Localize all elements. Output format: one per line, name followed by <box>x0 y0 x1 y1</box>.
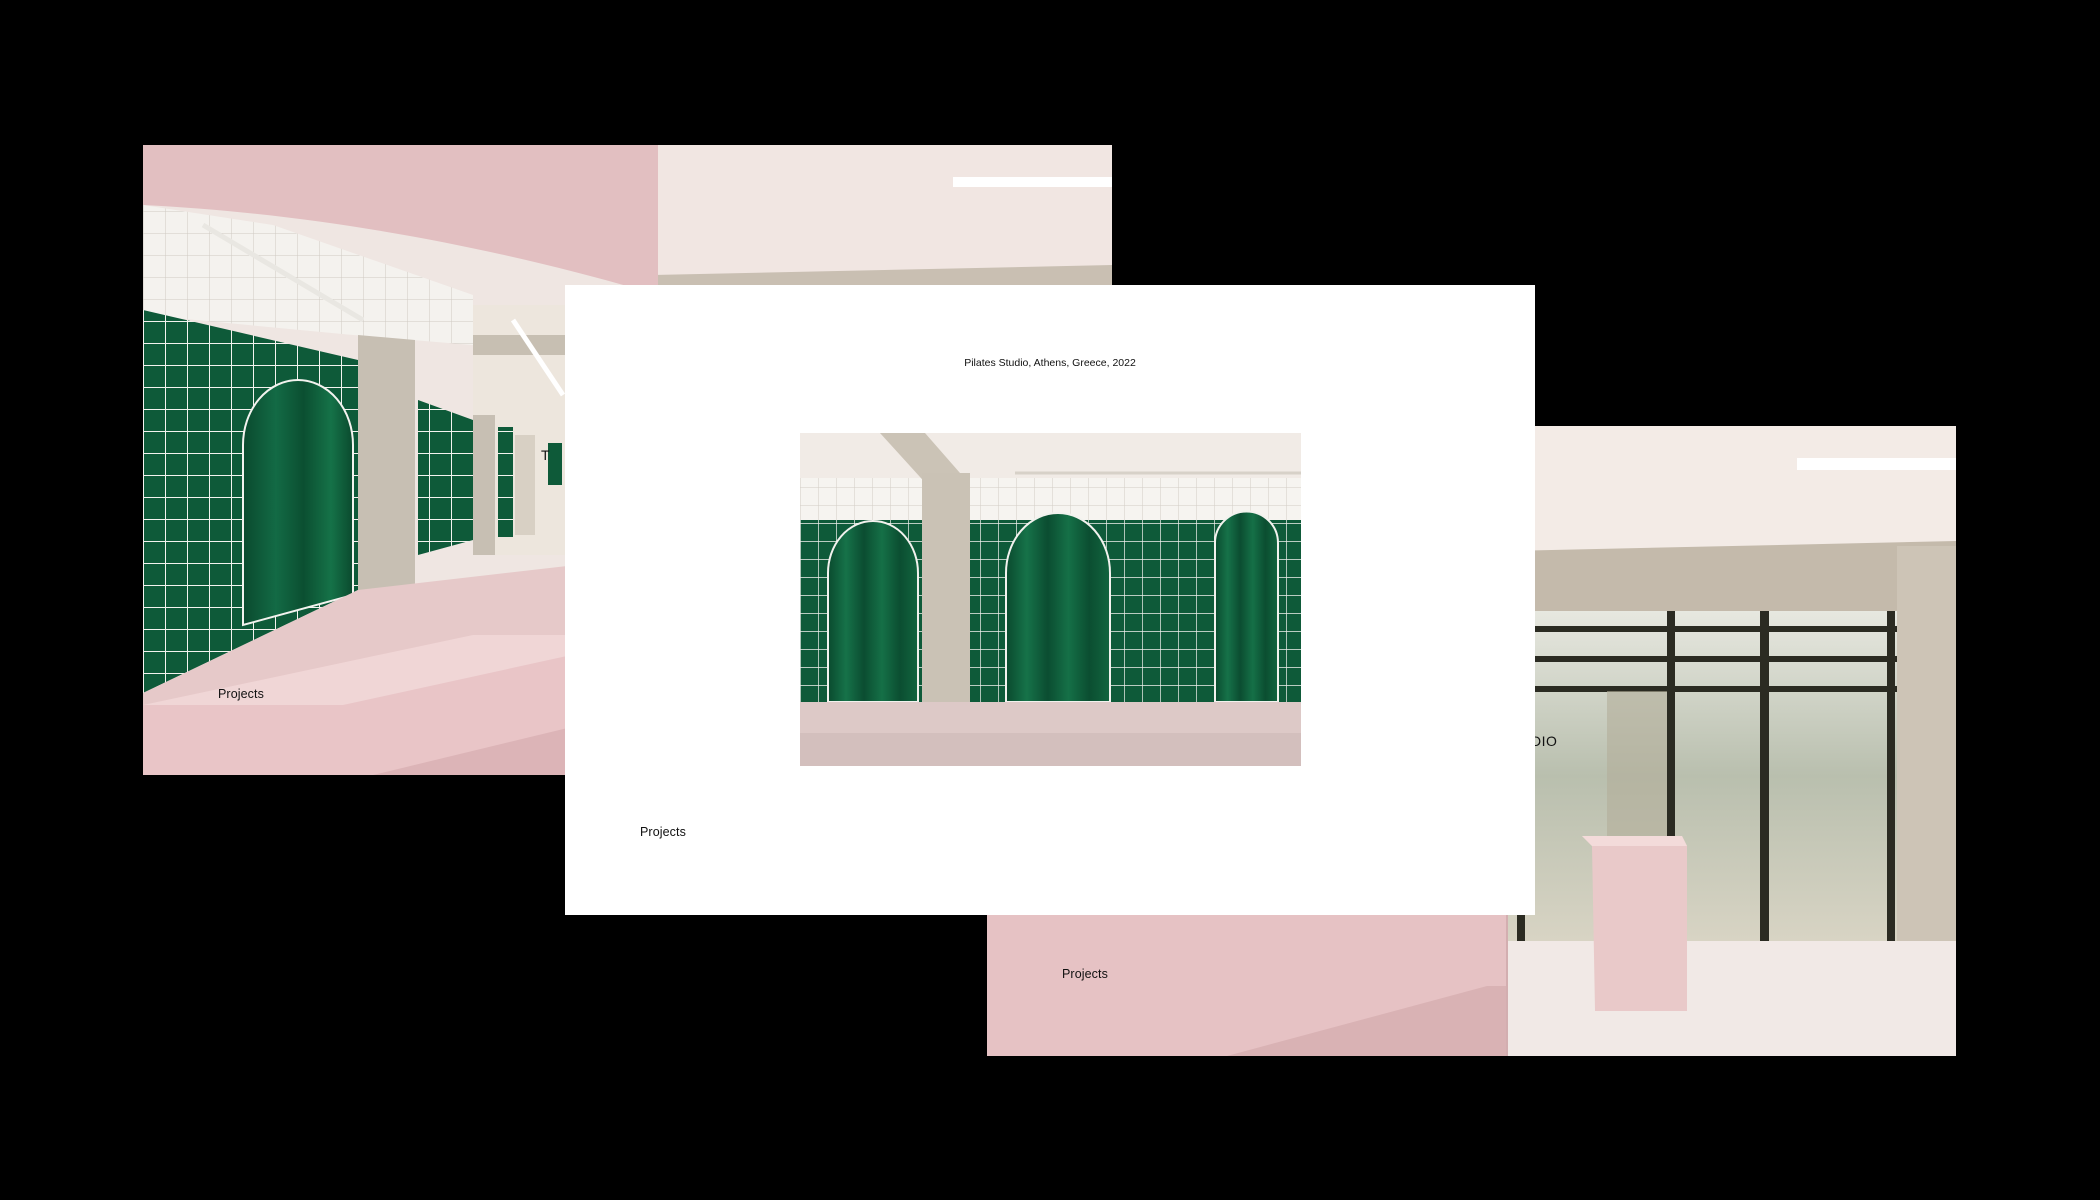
project-hero-image[interactable] <box>800 433 1301 766</box>
screenshot-center-project-page: Pilates Studio, Athens, Greece, 2022 Pro… <box>565 285 1535 915</box>
project-title: Pilates Studio, Athens, Greece, 2022 <box>964 357 1136 369</box>
overlay-heading-fragment: T <box>541 447 551 463</box>
projects-link[interactable]: Projects <box>640 825 686 839</box>
projects-link[interactable]: Projects <box>218 687 264 701</box>
interior-photo-curtains <box>800 433 1301 766</box>
projects-link[interactable]: Projects <box>1062 967 1108 981</box>
